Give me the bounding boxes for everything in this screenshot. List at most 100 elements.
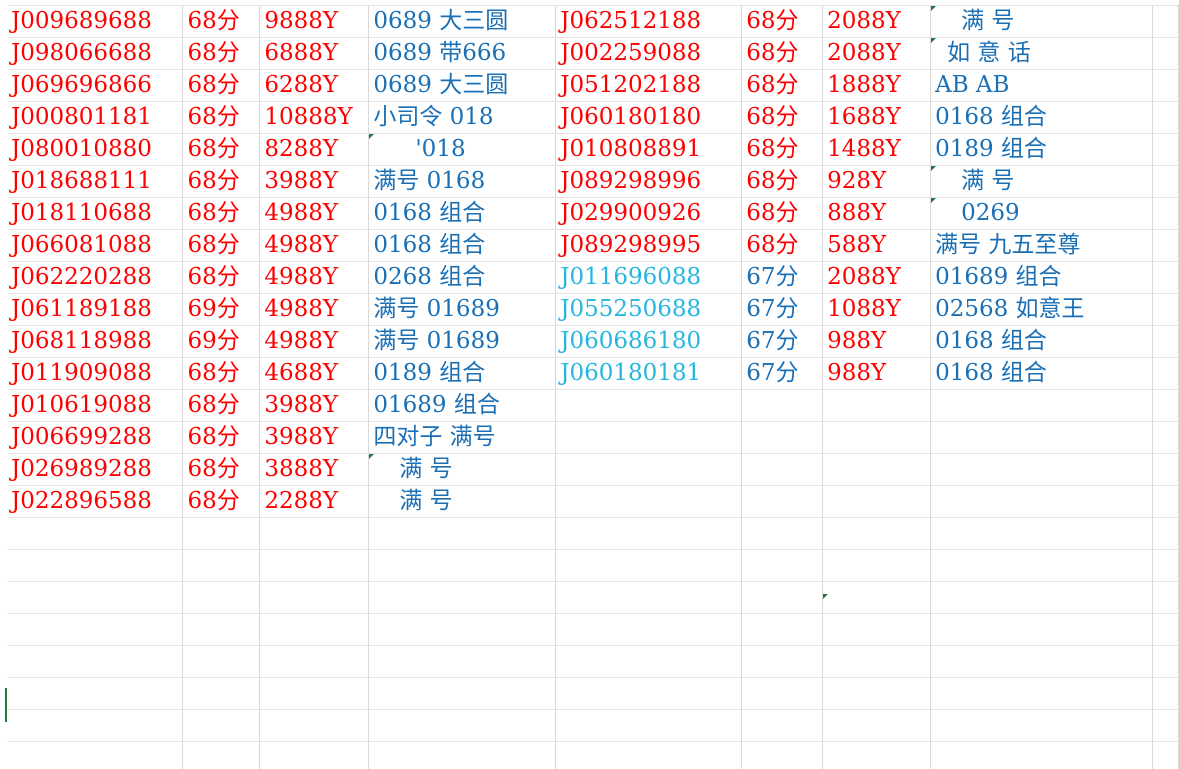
grid-cell[interactable]: 68分 <box>741 229 824 262</box>
grid-cell[interactable] <box>822 389 932 422</box>
grid-cell[interactable]: 68分 <box>182 261 261 294</box>
grid-cell[interactable]: 4988Y <box>259 293 370 326</box>
grid-cell[interactable] <box>259 741 370 769</box>
grid-cell[interactable]: 68分 <box>182 165 261 198</box>
grid-cell[interactable] <box>1152 613 1179 646</box>
grid-cell[interactable]: 68分 <box>182 389 261 422</box>
grid-cell[interactable] <box>182 677 261 710</box>
grid-cell[interactable]: 3988Y <box>259 165 370 198</box>
grid-cell[interactable]: 满 号 <box>930 5 1153 38</box>
grid-cell[interactable] <box>1152 677 1179 710</box>
grid-cell[interactable]: 01689 组合 <box>930 261 1153 294</box>
grid-cell[interactable]: 9888Y <box>259 5 370 38</box>
grid-cell[interactable] <box>1152 165 1179 198</box>
grid-cell[interactable]: 67分 <box>741 293 824 326</box>
grid-cell[interactable] <box>822 613 932 646</box>
grid-cell[interactable] <box>741 517 824 550</box>
grid-cell[interactable]: 888Y <box>822 197 932 230</box>
grid-cell[interactable] <box>368 709 557 742</box>
grid-cell[interactable]: 4988Y <box>259 325 370 358</box>
grid-cell[interactable]: 69分 <box>182 293 261 326</box>
grid-cell[interactable]: J061189188 <box>7 293 184 326</box>
grid-cell[interactable] <box>822 709 932 742</box>
grid-cell[interactable]: 8288Y <box>259 133 370 166</box>
grid-cell[interactable]: J000801181 <box>7 101 184 134</box>
grid-cell[interactable]: 1088Y <box>822 293 932 326</box>
grid-cell[interactable] <box>259 581 370 614</box>
grid-cell[interactable] <box>1152 709 1179 742</box>
grid-cell[interactable] <box>930 421 1153 454</box>
grid-cell[interactable] <box>368 741 557 769</box>
grid-cell[interactable]: 1688Y <box>822 101 932 134</box>
grid-cell[interactable] <box>930 581 1153 614</box>
grid-cell[interactable]: J010619088 <box>7 389 184 422</box>
grid-cell[interactable] <box>182 741 261 769</box>
grid-cell[interactable]: 68分 <box>182 197 261 230</box>
grid-cell[interactable]: 67分 <box>741 325 824 358</box>
grid-cell[interactable]: 0689 大三圆 <box>368 5 557 38</box>
grid-cell[interactable] <box>930 677 1153 710</box>
grid-cell[interactable]: 68分 <box>182 133 261 166</box>
grid-cell[interactable] <box>1152 581 1179 614</box>
grid-cell[interactable] <box>182 709 261 742</box>
grid-cell[interactable] <box>259 645 370 678</box>
grid-cell[interactable]: 68分 <box>182 485 261 518</box>
grid-cell[interactable]: J022896588 <box>7 485 184 518</box>
grid-cell[interactable] <box>7 549 184 582</box>
grid-cell[interactable] <box>555 517 743 550</box>
grid-cell[interactable] <box>930 517 1153 550</box>
grid-cell[interactable] <box>1152 645 1179 678</box>
grid-cell[interactable] <box>930 613 1153 646</box>
grid-cell[interactable]: J029900926 <box>555 197 743 230</box>
grid-cell[interactable] <box>741 613 824 646</box>
grid-cell[interactable] <box>555 581 743 614</box>
grid-cell[interactable]: J060180181 <box>555 357 743 390</box>
grid-cell[interactable] <box>930 485 1153 518</box>
grid-cell[interactable]: 0689 带666 <box>368 37 557 70</box>
grid-cell[interactable] <box>182 613 261 646</box>
grid-cell[interactable] <box>930 453 1153 486</box>
grid-cell[interactable]: 满号 0168 <box>368 165 557 198</box>
grid-cell[interactable]: 满 号 <box>368 485 557 518</box>
grid-cell[interactable]: 928Y <box>822 165 932 198</box>
grid-cell[interactable]: 6288Y <box>259 69 370 102</box>
grid-cell[interactable] <box>368 549 557 582</box>
grid-cell[interactable]: 68分 <box>182 69 261 102</box>
grid-cell[interactable] <box>555 709 743 742</box>
grid-cell[interactable]: 0168 组合 <box>930 325 1153 358</box>
grid-cell[interactable]: 0189 组合 <box>368 357 557 390</box>
grid-cell[interactable]: 69分 <box>182 325 261 358</box>
grid-cell[interactable] <box>1152 293 1179 326</box>
grid-cell[interactable]: J018110688 <box>7 197 184 230</box>
grid-cell[interactable] <box>1152 101 1179 134</box>
grid-cell[interactable]: 4688Y <box>259 357 370 390</box>
grid-cell[interactable]: 2288Y <box>259 485 370 518</box>
grid-cell[interactable] <box>555 613 743 646</box>
grid-cell[interactable]: J026989288 <box>7 453 184 486</box>
grid-cell[interactable] <box>259 517 370 550</box>
grid-cell[interactable]: 10888Y <box>259 101 370 134</box>
grid-cell[interactable] <box>259 613 370 646</box>
grid-cell[interactable]: J002259088 <box>555 37 743 70</box>
grid-cell[interactable] <box>741 453 824 486</box>
grid-cell[interactable] <box>822 741 932 769</box>
grid-cell[interactable]: 01689 组合 <box>368 389 557 422</box>
grid-cell[interactable]: 0168 组合 <box>930 357 1153 390</box>
grid-cell[interactable] <box>741 581 824 614</box>
grid-cell[interactable]: J011909088 <box>7 357 184 390</box>
grid-cell[interactable]: '018 <box>368 133 557 166</box>
grid-cell[interactable] <box>741 485 824 518</box>
grid-cell[interactable]: 68分 <box>741 133 824 166</box>
grid-cell[interactable]: 68分 <box>741 165 824 198</box>
grid-cell[interactable] <box>368 613 557 646</box>
grid-cell[interactable] <box>368 581 557 614</box>
grid-cell[interactable] <box>555 741 743 769</box>
grid-cell[interactable] <box>1152 517 1179 550</box>
grid-cell[interactable]: 满号 九五至尊 <box>930 229 1153 262</box>
grid-cell[interactable]: 588Y <box>822 229 932 262</box>
grid-cell[interactable] <box>822 645 932 678</box>
grid-cell[interactable]: 1488Y <box>822 133 932 166</box>
grid-cell[interactable]: 68分 <box>182 421 261 454</box>
grid-cell[interactable]: 如 意 话 <box>930 37 1153 70</box>
grid-cell[interactable] <box>555 421 743 454</box>
